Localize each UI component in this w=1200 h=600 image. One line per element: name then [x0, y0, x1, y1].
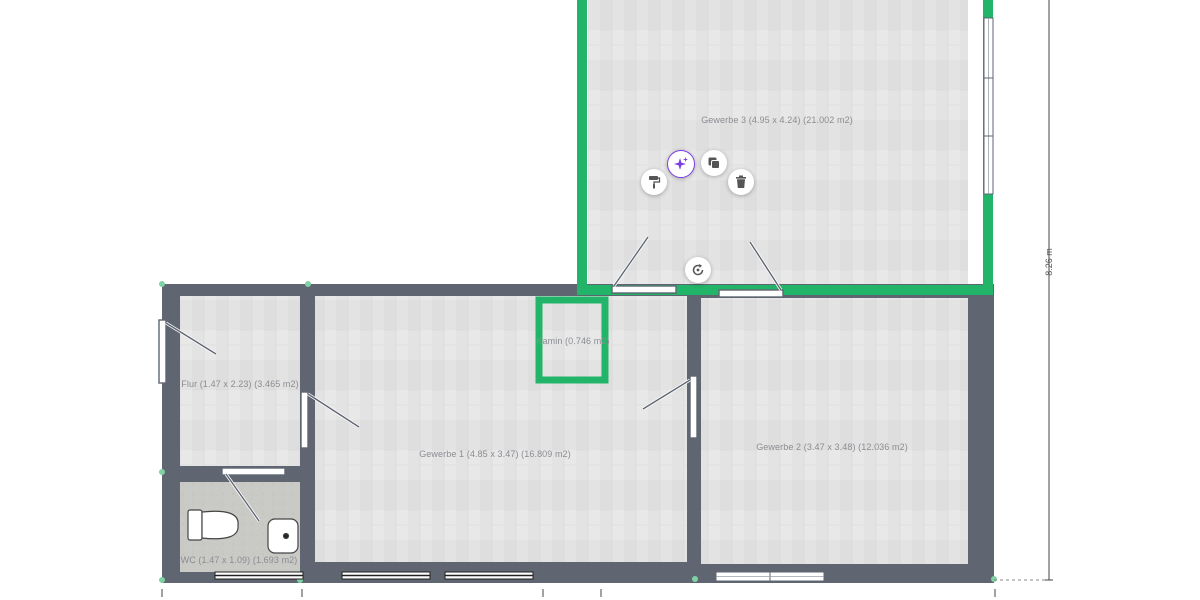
room-label-gewerbe1[interactable]: Gewerbe 1 (4.85 x 3.47) (16.809 m2) [419, 449, 571, 459]
room-label-wc[interactable]: WC (1.47 x 1.09) (1.693 m2) [181, 555, 298, 565]
duplicate-icon [708, 157, 720, 169]
delete-button[interactable] [728, 169, 754, 195]
sparkle-icon [674, 157, 688, 170]
ai-magic-button[interactable] [667, 150, 695, 178]
rotate-button[interactable] [685, 257, 711, 283]
paint-roller-icon [649, 176, 661, 189]
room-label-flur[interactable]: Flur (1.47 x 2.23) (3.465 m2) [181, 379, 298, 389]
paint-button[interactable] [641, 169, 667, 195]
trash-icon [736, 175, 746, 188]
floor-gewerbe1 [315, 296, 687, 562]
door-flur [158, 319, 167, 384]
duplicate-button[interactable] [701, 150, 727, 176]
toilet [187, 509, 239, 541]
door-gewerbe1 [300, 391, 309, 449]
floor-gewerbe2 [701, 298, 968, 564]
door-gewerbe3-left [611, 285, 677, 294]
door-gewerbe3-right [718, 289, 784, 298]
room-label-gewerbe2[interactable]: Gewerbe 2 (3.47 x 3.48) (12.036 m2) [756, 442, 908, 452]
room-label-kamin[interactable]: Kamin (0.746 m2) [536, 336, 609, 346]
door-wc [221, 467, 286, 476]
sink [267, 518, 299, 554]
floor-plan [158, 0, 1053, 597]
door-gewerbe2 [689, 375, 698, 439]
height-dimension-label: 8.26 m [1044, 248, 1054, 276]
rotate-icon [692, 264, 704, 276]
room-label-gewerbe3[interactable]: Gewerbe 3 (4.95 x 4.24) (21.002 m2) [701, 115, 853, 125]
